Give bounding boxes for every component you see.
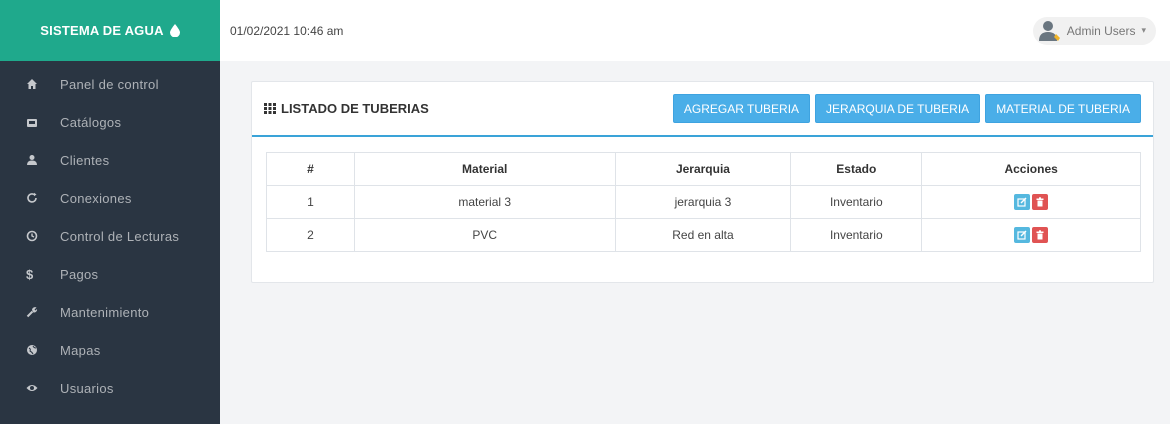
edit-button[interactable]	[1014, 227, 1031, 243]
brand-logo[interactable]: SISTEMA DE AGUA	[0, 0, 220, 61]
sidebar-item-pagos[interactable]: $ Pagos	[0, 255, 220, 293]
sidebar-item-label: Usuarios	[60, 380, 114, 396]
actions-cell	[921, 218, 1141, 252]
actions-cell	[921, 185, 1141, 219]
table-cell: 2	[266, 218, 355, 252]
sidebar-item-control-de-lecturas[interactable]: Control de Lecturas	[0, 217, 220, 255]
table-cell: Inventario	[790, 218, 923, 252]
sidebar-item-label: Control de Lecturas	[60, 228, 180, 244]
trash-icon	[1036, 197, 1044, 207]
sidebar-item-panel-de-control[interactable]: Panel de control	[0, 65, 220, 103]
dollar-icon: $	[26, 266, 34, 282]
pipes-panel: LISTADO DE TUBERIAS AGREGAR TUBERIA JERA…	[251, 81, 1154, 283]
pipes-table: # Material Jerarquia Estado Acciones 1 m…	[266, 152, 1141, 252]
table-row: 1 material 3 jerarquia 3 Inventario	[266, 185, 1141, 219]
delete-button[interactable]	[1032, 227, 1049, 243]
table-row: 2 PVC Red en alta Inventario	[266, 218, 1141, 252]
trash-icon	[1036, 230, 1044, 240]
water-drop-icon	[169, 24, 180, 37]
datetime-display: 01/02/2021 10:46 am	[230, 23, 344, 38]
table-cell: jerarquia 3	[614, 185, 792, 219]
table-cell: material 3	[353, 185, 616, 219]
column-header: Estado	[790, 152, 923, 186]
folder-icon	[27, 119, 37, 127]
table-cell: Red en alta	[614, 218, 792, 252]
table-header-row: # Material Jerarquia Estado Acciones	[266, 152, 1141, 186]
panel-title: LISTADO DE TUBERIAS	[281, 101, 429, 116]
avatar-icon	[1038, 20, 1060, 41]
column-header: Acciones	[921, 152, 1141, 186]
panel-header: LISTADO DE TUBERIAS AGREGAR TUBERIA JERA…	[252, 82, 1153, 137]
sidebar-item-label: Mantenimiento	[60, 304, 150, 320]
table-cell: 1	[266, 185, 355, 219]
sidebar-item-label: Pagos	[60, 266, 99, 282]
table-cell: PVC	[353, 218, 616, 252]
top-header: 01/02/2021 10:46 am Admin Users ▾	[220, 0, 1170, 61]
sidebar-item-clientes[interactable]: Clientes	[0, 141, 220, 179]
globe-icon	[27, 345, 37, 355]
sidebar-item-mapas[interactable]: Mapas	[0, 331, 220, 369]
column-header: Jerarquia	[614, 152, 792, 186]
pipe-material-button[interactable]: MATERIAL DE TUBERIA	[985, 94, 1141, 123]
sidebar-item-label: Conexiones	[60, 190, 132, 206]
brand-title: SISTEMA DE AGUA	[40, 23, 164, 38]
user-icon	[27, 155, 37, 165]
edit-icon	[1017, 230, 1027, 240]
caret-down-icon: ▾	[1141, 25, 1146, 35]
refresh-icon	[27, 192, 37, 203]
eye-icon	[26, 385, 38, 391]
home-icon	[27, 79, 37, 89]
user-menu[interactable]: Admin Users ▾	[1032, 16, 1156, 45]
table-cell: Inventario	[790, 185, 923, 219]
sidebar-item-label: Panel de control	[60, 76, 159, 92]
user-name: Admin Users	[1066, 23, 1136, 38]
edit-button[interactable]	[1014, 194, 1031, 210]
sidebar-item-label: Clientes	[60, 152, 110, 168]
wrench-icon	[26, 307, 38, 318]
column-header: #	[266, 152, 355, 186]
clock-icon	[26, 230, 38, 242]
edit-icon	[1017, 197, 1027, 207]
column-header: Material	[353, 152, 616, 186]
sidebar-item-label: Catálogos	[60, 114, 122, 130]
pipe-hierarchy-button[interactable]: JERARQUIA DE TUBERIA	[815, 94, 981, 123]
delete-button[interactable]	[1032, 194, 1049, 210]
grid-icon	[264, 103, 276, 114]
sidebar-item-conexiones[interactable]: Conexiones	[0, 179, 220, 217]
sidebar: SISTEMA DE AGUA Panel de control Catálog…	[0, 0, 220, 424]
sidebar-item-mantenimiento[interactable]: Mantenimiento	[0, 293, 220, 331]
sidebar-item-usuarios[interactable]: Usuarios	[0, 369, 220, 407]
sidebar-item-label: Mapas	[60, 342, 101, 358]
sidebar-item-catalogos[interactable]: Catálogos	[0, 103, 220, 141]
add-pipe-button[interactable]: AGREGAR TUBERIA	[672, 94, 811, 123]
